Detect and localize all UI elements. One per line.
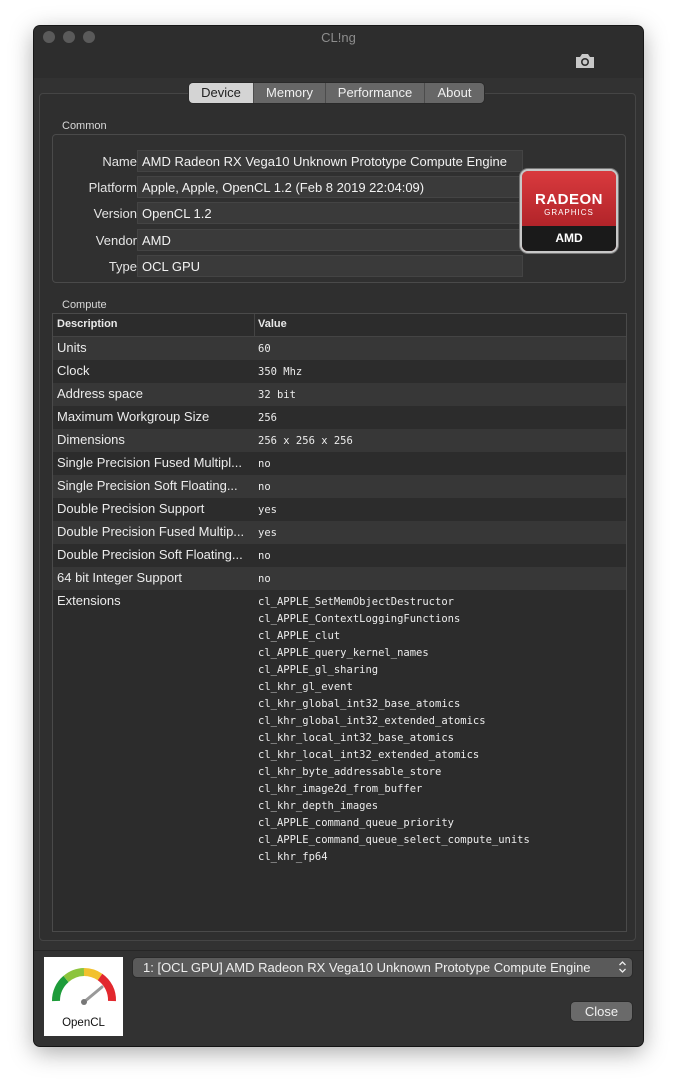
compute-section-label: Compute <box>62 299 107 311</box>
table-row[interactable]: Units 60 <box>53 337 626 360</box>
opencl-logo: OpenCL <box>44 957 123 1036</box>
device-select-value: 1: [OCL GPU] AMD Radeon RX Vega10 Unknow… <box>143 960 591 975</box>
table-row[interactable]: Double Precision Soft Floating... no <box>53 544 626 567</box>
tab-about[interactable]: About <box>425 83 484 103</box>
close-button[interactable]: Close <box>571 1002 632 1021</box>
extension-item: cl_APPLE_query_kernel_names <box>258 647 429 659</box>
camera-icon[interactable] <box>574 52 596 70</box>
table-row[interactable]: 64 bit Integer Support no <box>53 567 626 590</box>
common-section-label: Common <box>62 120 107 132</box>
opencl-logo-text: OpenCL <box>62 1017 105 1029</box>
type-field: OCL GPU <box>137 255 523 277</box>
table-row[interactable]: Clock 350 Mhz <box>53 360 626 383</box>
table-row[interactable]: Maximum Workgroup Size 256 <box>53 406 626 429</box>
extension-item: cl_khr_depth_images <box>258 800 379 812</box>
extension-item: cl_khr_gl_event <box>258 681 353 693</box>
tab-device[interactable]: Device <box>189 83 254 103</box>
column-header-description[interactable]: Description <box>57 318 118 330</box>
extension-item: cl_APPLE_ContextLoggingFunctions <box>258 613 461 625</box>
extension-item: cl_APPLE_command_queue_select_compute_un… <box>258 834 530 846</box>
type-label: Type <box>108 259 137 274</box>
platform-label: Platform <box>88 180 137 195</box>
table-header: Description Value <box>53 314 626 337</box>
extension-item: cl_khr_local_int32_extended_atomics <box>258 749 480 761</box>
table-row[interactable]: Double Precision Fused Multip... yes <box>53 521 626 544</box>
tab-memory[interactable]: Memory <box>254 83 326 103</box>
tab-bar: Device Memory Performance About <box>189 83 484 103</box>
extension-item: cl_khr_global_int32_extended_atomics <box>258 715 486 727</box>
extension-item: cl_khr_byte_addressable_store <box>258 766 442 778</box>
compute-table[interactable]: Description Value Units 60 Clock 350 Mhz… <box>52 313 627 932</box>
version-label: Version <box>93 206 137 221</box>
device-panel: Common Name AMD Radeon RX Vega10 Unknown… <box>39 93 636 941</box>
table-row[interactable]: Address space 32 bit <box>53 383 626 406</box>
extension-item: cl_APPLE_clut <box>258 630 341 642</box>
version-field: OpenCL 1.2 <box>137 202 523 224</box>
vendor-field: AMD <box>137 229 523 251</box>
tab-performance[interactable]: Performance <box>326 83 425 103</box>
extension-item: cl_khr_local_int32_base_atomics <box>258 732 454 744</box>
extension-item: cl_khr_image2d_from_buffer <box>258 783 423 795</box>
common-group: Name AMD Radeon RX Vega10 Unknown Protot… <box>52 134 626 283</box>
extension-item: cl_APPLE_gl_sharing <box>258 664 379 676</box>
table-row[interactable]: Single Precision Fused Multipl... no <box>53 452 626 475</box>
title-bar: CL!ng <box>34 26 643 78</box>
extension-item: cl_APPLE_SetMemObjectDestructor <box>258 596 454 608</box>
column-header-value[interactable]: Value <box>258 318 287 330</box>
radeon-graphics-logo: RADEON GRAPHICS AMD <box>522 171 616 251</box>
speedometer-icon <box>52 967 116 1005</box>
app-window: CL!ng Device Memory Performance About Co… <box>34 26 643 1046</box>
table-row[interactable]: Single Precision Soft Floating... no <box>53 475 626 498</box>
window-title: CL!ng <box>321 30 356 45</box>
table-row[interactable]: Dimensions 256 x 256 x 256 <box>53 429 626 452</box>
extensions-row[interactable]: Extensions cl_APPLE_SetMemObjectDestruct… <box>53 590 626 903</box>
vendor-label: Vendor <box>95 233 137 248</box>
up-down-chevron-icon <box>619 961 626 973</box>
device-select[interactable]: 1: [OCL GPU] AMD Radeon RX Vega10 Unknow… <box>133 958 632 977</box>
name-field: AMD Radeon RX Vega10 Unknown Prototype C… <box>137 150 523 172</box>
platform-field: Apple, Apple, OpenCL 1.2 (Feb 8 2019 22:… <box>137 176 523 198</box>
extension-item: cl_khr_fp64 <box>258 851 328 863</box>
name-label: Name <box>102 154 137 169</box>
extension-item: cl_khr_global_int32_base_atomics <box>258 698 461 710</box>
extension-item: cl_APPLE_command_queue_priority <box>258 817 454 829</box>
table-row[interactable]: Double Precision Support yes <box>53 498 626 521</box>
